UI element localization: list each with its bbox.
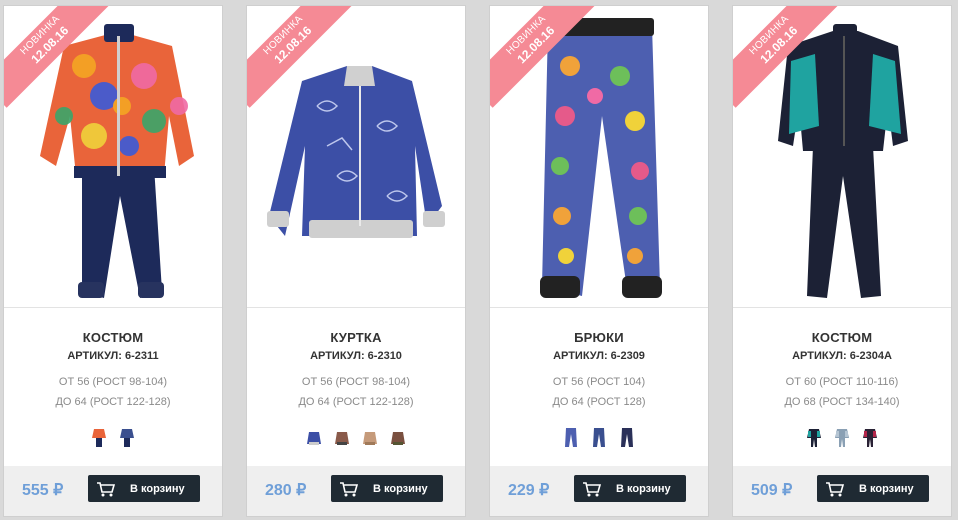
color-swatches (733, 426, 951, 448)
product-price: 509 ₽ (751, 482, 793, 499)
dark-pants-icon[interactable] (619, 426, 635, 448)
add-to-cart-button[interactable]: В корзину (331, 475, 443, 502)
owl-pants-icon[interactable] (563, 426, 579, 448)
size-from: ОТ 60 (РОСТ 110-116) (785, 376, 899, 388)
color-swatches (490, 426, 708, 448)
cart-button-label: В корзину (130, 482, 185, 495)
product-title[interactable]: КОСТЮМ (4, 330, 222, 345)
product-image[interactable]: НОВИНКА 12.08.16 (247, 6, 465, 308)
card-footer: 555 ₽ В корзину (4, 466, 222, 516)
product-image[interactable]: НОВИНКА 12.08.16 (4, 6, 222, 308)
add-to-cart-button[interactable]: В корзину (574, 475, 686, 502)
color-swatches (4, 426, 222, 448)
teal-suit-icon[interactable] (806, 426, 822, 448)
product-article: АРТИКУЛ: 6-2309 (553, 350, 645, 362)
card-footer: 280 ₽ В корзину (247, 466, 465, 516)
product-article: АРТИКУЛ: 6-2310 (310, 350, 402, 362)
cart-button-label: В корзину (373, 482, 428, 495)
size-to: ДО 64 (РОСТ 128) (552, 396, 646, 408)
product-card[interactable]: НОВИНКА 12.08.16 БРЮКИ АРТИКУЛ: 6-2309 О… (489, 5, 709, 517)
product-image[interactable]: НОВИНКА 12.08.16 (490, 6, 708, 308)
product-title[interactable]: КУРТКА (247, 330, 465, 345)
size-from: ОТ 56 (РОСТ 98-104) (301, 376, 411, 388)
blue-suit-icon[interactable] (119, 426, 135, 448)
product-card[interactable]: НОВИНКА 12.08.16 КОСТЮМ АРТИКУЛ: 6-2311 … (3, 5, 223, 517)
size-to: ДО 68 (РОСТ 134-140) (784, 396, 900, 408)
brown-jacket-icon[interactable] (390, 426, 406, 448)
floral-suit-icon[interactable] (91, 426, 107, 448)
cart-icon (97, 481, 116, 496)
color-swatches (247, 426, 465, 448)
product-article: АРТИКУЛ: 6-2311 (67, 350, 159, 362)
product-article: АРТИКУЛ: 6-2304А (792, 350, 892, 362)
cart-icon (340, 481, 359, 496)
patterned-jacket-icon[interactable] (334, 426, 350, 448)
cart-button-label: В корзину (859, 482, 914, 495)
product-title[interactable]: КОСТЮМ (733, 330, 951, 345)
card-footer: 229 ₽ В корзину (490, 466, 708, 516)
product-title[interactable]: БРЮКИ (490, 330, 708, 345)
add-to-cart-button[interactable]: В корзину (88, 475, 200, 502)
red-suit-icon[interactable] (862, 426, 878, 448)
size-to: ДО 64 (РОСТ 122-128) (298, 396, 414, 408)
size-to: ДО 64 (РОСТ 122-128) (55, 396, 171, 408)
product-card[interactable]: НОВИНКА 12.08.16 КОСТЮМ АРТИКУЛ: 6-2304А… (732, 5, 952, 517)
size-from: ОТ 56 (РОСТ 104) (552, 376, 646, 388)
grey-suit-icon[interactable] (834, 426, 850, 448)
size-from: ОТ 56 (РОСТ 98-104) (58, 376, 168, 388)
product-price: 229 ₽ (508, 482, 550, 499)
cart-button-label: В корзину (616, 482, 671, 495)
cart-icon (583, 481, 602, 496)
add-to-cart-button[interactable]: В корзину (817, 475, 929, 502)
product-price: 280 ₽ (265, 482, 307, 499)
product-image[interactable]: НОВИНКА 12.08.16 (733, 6, 951, 308)
product-price: 555 ₽ (22, 482, 64, 499)
card-footer: 509 ₽ В корзину (733, 466, 951, 516)
product-card[interactable]: НОВИНКА 12.08.16 КУРТКА АРТИКУЛ: 6-2310 … (246, 5, 466, 517)
blue-jacket-icon[interactable] (306, 426, 322, 448)
cart-icon (826, 481, 845, 496)
beige-jacket-icon[interactable] (362, 426, 378, 448)
blue-pants-icon[interactable] (591, 426, 607, 448)
